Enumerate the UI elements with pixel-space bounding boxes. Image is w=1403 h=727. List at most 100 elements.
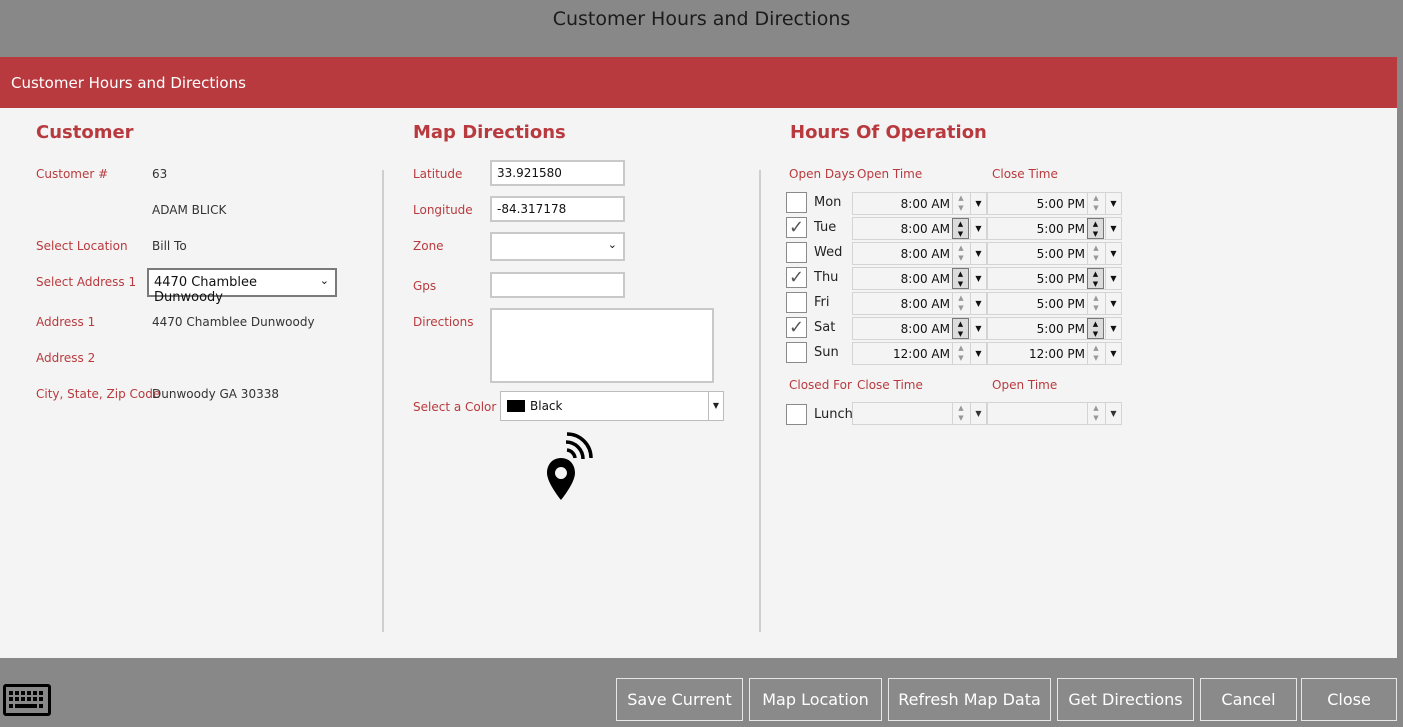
dropdown-arrow-icon[interactable]: ▼	[1105, 268, 1121, 289]
time-spinner[interactable]: ▲ ▼	[952, 343, 969, 364]
time-spinner[interactable]: ▲ ▼	[1087, 293, 1104, 314]
longitude-input[interactable]: -84.317178	[490, 196, 625, 222]
open-time-picker[interactable]: 8:00 AM ▲ ▼ ▼	[852, 242, 987, 265]
close-time-value: 5:00 PM	[1036, 222, 1085, 236]
location-signal-icon[interactable]	[545, 428, 595, 502]
dropdown-arrow-icon[interactable]: ▼	[970, 268, 986, 289]
open-time-picker[interactable]: 8:00 AM ▲ ▼ ▼	[852, 192, 987, 215]
spin-down-icon: ▼	[958, 414, 964, 422]
dropdown-arrow-icon[interactable]: ▼	[1105, 318, 1121, 339]
time-spinner[interactable]: ▲ ▼	[1087, 268, 1104, 289]
time-spinner[interactable]: ▲ ▼	[952, 268, 969, 289]
save-current-button[interactable]: Save Current	[616, 678, 743, 721]
day-checkbox[interactable]: ✓	[786, 267, 807, 288]
spin-down-icon: ▼	[1092, 230, 1099, 238]
open-time-header: Open Time	[857, 167, 923, 181]
open-time-picker[interactable]: 8:00 AM ▲ ▼ ▼	[852, 267, 987, 290]
time-spinner[interactable]: ▲ ▼	[952, 293, 969, 314]
close-time-picker[interactable]: 12:00 PM ▲ ▼ ▼	[987, 342, 1122, 365]
customer-number-value: 63	[152, 167, 168, 181]
gps-input[interactable]	[490, 272, 625, 298]
open-time-picker[interactable]: 8:00 AM ▲ ▼ ▼	[852, 292, 987, 315]
dropdown-arrow-icon[interactable]: ▼	[1105, 343, 1121, 364]
day-checkbox[interactable]	[786, 292, 807, 313]
select-location-value[interactable]: Bill To	[152, 239, 187, 253]
lunch-close-time-picker[interactable]: ▲ ▼ ▼	[852, 402, 987, 425]
latitude-label: Latitude	[413, 167, 463, 181]
close-button[interactable]: Close	[1301, 678, 1397, 721]
day-checkbox[interactable]	[786, 242, 807, 263]
time-spinner[interactable]: ▲ ▼	[1087, 318, 1104, 339]
time-spinner[interactable]: ▲ ▼	[952, 318, 969, 339]
open-time-picker[interactable]: 8:00 AM ▲ ▼ ▼	[852, 217, 987, 240]
address1-value: 4470 Chamblee Dunwoody	[152, 315, 315, 329]
time-spinner[interactable]: ▲ ▼	[952, 243, 969, 264]
dropdown-arrow-icon[interactable]: ▼	[970, 218, 986, 239]
day-checkbox[interactable]	[786, 342, 807, 363]
close-time-picker[interactable]: 5:00 PM ▲ ▼ ▼	[987, 217, 1122, 240]
time-spinner[interactable]: ▲ ▼	[1087, 343, 1104, 364]
lunch-checkbox[interactable]	[786, 404, 807, 425]
zone-dropdown[interactable]: ⌄	[490, 232, 625, 261]
open-time-picker[interactable]: 12:00 AM ▲ ▼ ▼	[852, 342, 987, 365]
day-label: Wed	[814, 245, 843, 260]
color-dropdown[interactable]: Black ▼	[500, 391, 724, 421]
close-time-picker[interactable]: 5:00 PM ▲ ▼ ▼	[987, 192, 1122, 215]
map-location-button[interactable]: Map Location	[749, 678, 882, 721]
time-spinner[interactable]: ▲ ▼	[1087, 193, 1104, 214]
close-time-picker[interactable]: 5:00 PM ▲ ▼ ▼	[987, 267, 1122, 290]
dropdown-arrow-icon[interactable]: ▼	[1105, 218, 1121, 239]
spin-up-icon: ▲	[958, 194, 964, 202]
time-spinner[interactable]: ▲ ▼	[1087, 403, 1104, 424]
spin-down-icon: ▼	[1093, 204, 1099, 212]
spin-down-icon: ▼	[958, 304, 964, 312]
dropdown-arrow-icon[interactable]: ▼	[1105, 403, 1121, 424]
dropdown-arrow-icon[interactable]: ▼	[1105, 193, 1121, 214]
time-spinner[interactable]: ▲ ▼	[952, 403, 969, 424]
spin-down-icon: ▼	[957, 230, 964, 238]
close-time-picker[interactable]: 5:00 PM ▲ ▼ ▼	[987, 292, 1122, 315]
open-time-picker[interactable]: 8:00 AM ▲ ▼ ▼	[852, 317, 987, 340]
time-spinner[interactable]: ▲ ▼	[952, 218, 969, 239]
open-time-value: 8:00 AM	[900, 247, 950, 261]
day-label: Tue	[814, 220, 837, 235]
dropdown-arrow-icon[interactable]: ▼	[1105, 293, 1121, 314]
dropdown-arrow-icon[interactable]: ▼	[970, 243, 986, 264]
dropdown-arrow-icon[interactable]: ▼	[1105, 243, 1121, 264]
close-time-value: 5:00 PM	[1036, 297, 1085, 311]
time-spinner[interactable]: ▲ ▼	[952, 193, 969, 214]
time-spinner[interactable]: ▲ ▼	[1087, 243, 1104, 264]
cancel-button[interactable]: Cancel	[1200, 678, 1297, 721]
dropdown-arrow-icon[interactable]: ▼	[970, 343, 986, 364]
day-checkbox[interactable]: ✓	[786, 217, 807, 238]
dropdown-arrow-icon: ▼	[708, 392, 723, 420]
close-time-picker[interactable]: 5:00 PM ▲ ▼ ▼	[987, 242, 1122, 265]
customer-number-label: Customer #	[36, 167, 109, 181]
day-label: Mon	[814, 195, 842, 210]
longitude-label: Longitude	[413, 203, 473, 217]
spin-down-icon: ▼	[1093, 414, 1099, 422]
city-state-zip-value: Dunwoody GA 30338	[152, 387, 279, 401]
get-directions-button[interactable]: Get Directions	[1057, 678, 1194, 721]
dropdown-arrow-icon[interactable]: ▼	[970, 403, 986, 424]
dropdown-arrow-icon[interactable]: ▼	[970, 318, 986, 339]
latitude-input[interactable]: 33.921580	[490, 160, 625, 186]
lunch-open-time-picker[interactable]: ▲ ▼ ▼	[987, 402, 1122, 425]
day-checkbox[interactable]	[786, 192, 807, 213]
time-spinner[interactable]: ▲ ▼	[1087, 218, 1104, 239]
keyboard-keys-graphic	[9, 691, 43, 708]
customer-name-value: ADAM BLICK	[152, 203, 227, 217]
dropdown-arrow-icon[interactable]: ▼	[970, 193, 986, 214]
close-time-picker[interactable]: 5:00 PM ▲ ▼ ▼	[987, 317, 1122, 340]
refresh-map-data-button[interactable]: Refresh Map Data	[888, 678, 1051, 721]
open-days-header: Open Days	[789, 167, 855, 181]
select-address-dropdown[interactable]: 4470 Chamblee Dunwoody ⌄	[147, 268, 337, 305]
spin-down-icon: ▼	[957, 330, 964, 338]
dropdown-arrow-icon[interactable]: ▼	[970, 293, 986, 314]
city-state-zip-label: City, State, Zip Code	[36, 387, 161, 401]
keyboard-icon[interactable]	[3, 684, 51, 716]
section-divider	[382, 170, 384, 632]
spin-up-icon: ▲	[1092, 220, 1099, 228]
day-checkbox[interactable]: ✓	[786, 317, 807, 338]
directions-textarea[interactable]	[490, 308, 714, 383]
